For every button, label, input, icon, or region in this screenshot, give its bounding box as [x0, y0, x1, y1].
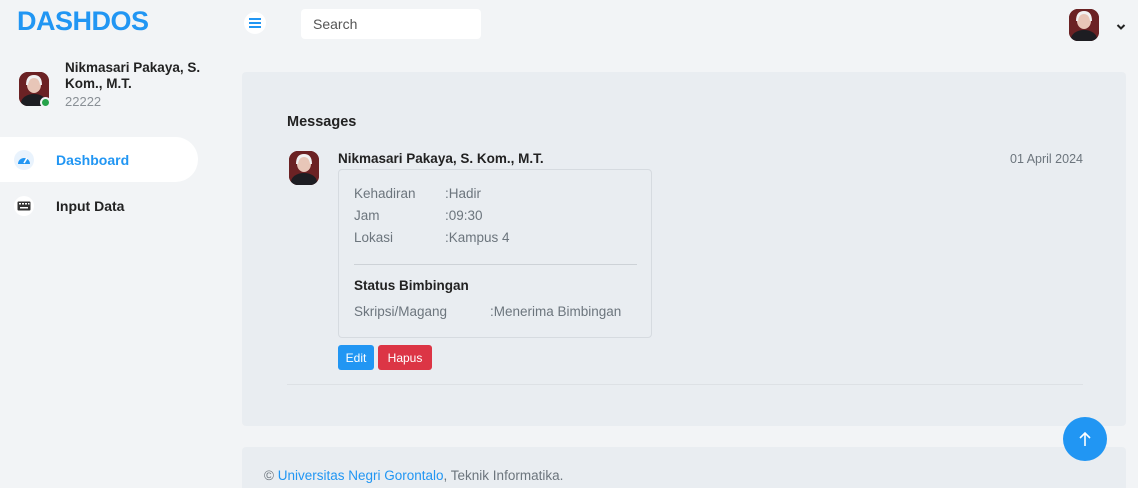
sidebar-item-input-data[interactable]: Input Data: [0, 183, 198, 228]
arrow-up-icon: [1079, 431, 1091, 446]
online-status-dot: [40, 97, 51, 108]
detail-row-kehadiran: Kehadiran :Hadir: [354, 186, 481, 201]
profile-avatar-button[interactable]: [1069, 9, 1099, 41]
scroll-to-top-button[interactable]: [1063, 417, 1107, 461]
user-profile: Nikmasari Pakaya, S. Kom., M.T. 22222: [19, 60, 209, 120]
footer-prefix: ©: [264, 468, 278, 483]
status-value: :Menerima Bimbingan: [490, 304, 622, 319]
user-id: 22222: [65, 94, 102, 109]
status-title: Status Bimbingan: [354, 278, 469, 293]
edit-button[interactable]: Edit: [338, 345, 374, 370]
status-row: Skripsi/Magang :Menerima Bimbingan: [354, 304, 621, 319]
detail-value: :Kampus 4: [445, 230, 510, 245]
message-separator: [287, 384, 1083, 385]
sidebar: DASHDOS Nikmasari Pakaya, S. Kom., M.T. …: [0, 0, 214, 488]
university-link[interactable]: Universitas Negri Gorontalo: [278, 468, 444, 483]
detail-key: Lokasi: [354, 230, 394, 245]
search-input[interactable]: [301, 9, 481, 39]
divider: [354, 264, 637, 265]
detail-value: :Hadir: [445, 186, 482, 201]
hamburger-icon: [249, 18, 261, 28]
sidebar-item-label: Dashboard: [56, 151, 130, 168]
gauge-icon: [14, 149, 34, 170]
user-name: Nikmasari Pakaya, S. Kom., M.T.: [65, 60, 201, 91]
sidebar-item-dashboard[interactable]: Dashboard: [0, 137, 198, 182]
message-date: 01 April 2024: [1010, 152, 1083, 166]
footer-suffix: , Teknik Informatika.: [443, 468, 564, 483]
status-key: Skripsi/Magang: [354, 304, 448, 319]
messages-title: Messages: [287, 114, 357, 130]
detail-row-lokasi: Lokasi :Kampus 4: [354, 230, 510, 245]
menu-toggle-button[interactable]: [244, 12, 266, 34]
detail-row-jam: Jam :09:30: [354, 208, 483, 223]
brand-logo[interactable]: DASHDOS: [17, 6, 149, 37]
detail-value: :09:30: [445, 208, 483, 223]
detail-key: Kehadiran: [354, 186, 416, 201]
message-sender: Nikmasari Pakaya, S. Kom., M.T.: [338, 151, 544, 166]
chevron-down-icon[interactable]: [1116, 18, 1126, 36]
delete-button[interactable]: Hapus: [378, 345, 432, 370]
keyboard-icon: [14, 195, 34, 216]
detail-key: Jam: [354, 208, 380, 223]
footer-text: © Universitas Negri Gorontalo, Teknik In…: [264, 468, 563, 483]
sidebar-item-label: Input Data: [56, 197, 125, 214]
avatar: [289, 151, 319, 185]
